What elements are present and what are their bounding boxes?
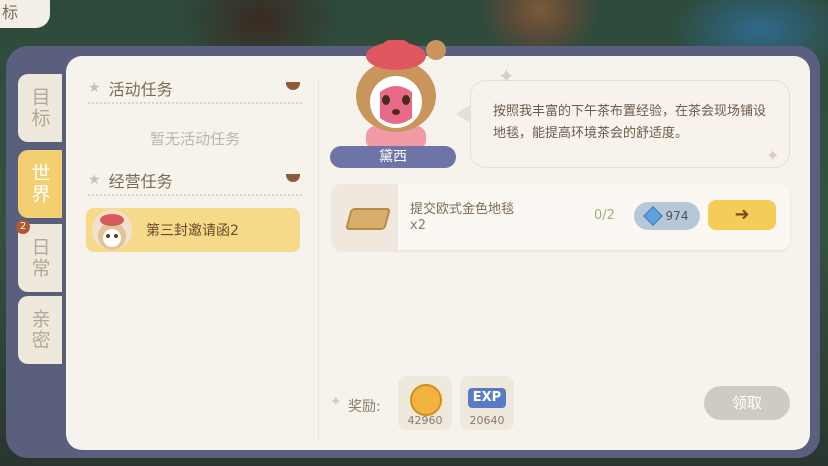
reward-amount: 20640	[469, 414, 505, 427]
column-divider	[318, 80, 319, 440]
section-divider	[88, 102, 302, 104]
active-tasks-title: 活动任务	[108, 80, 173, 99]
empty-active-tasks: 暂无活动任务	[149, 130, 240, 148]
side-tab-world[interactable]: 世界	[18, 150, 62, 218]
gem-icon	[642, 206, 663, 226]
business-tasks-title: 经营任务	[108, 172, 173, 191]
side-tab-intimacy[interactable]: 亲密	[18, 296, 62, 364]
rewards-label: 奖励:	[348, 399, 381, 415]
claim-button[interactable]: 领取	[704, 386, 790, 420]
reward-gold-coin[interactable]: 42960	[398, 376, 452, 430]
star-icon: ★	[88, 172, 101, 188]
gem-cost-button[interactable]: 974	[634, 202, 700, 230]
go-button[interactable]: ➜	[708, 200, 776, 230]
side-tab-daily[interactable]: 日常	[18, 224, 62, 292]
top-corner-tab[interactable]: 标	[0, 0, 50, 28]
gold-coin-icon	[410, 384, 442, 416]
npc-portrait	[340, 30, 452, 150]
npc-name-tag: 黛西	[330, 146, 456, 168]
sparkle-icon: ✦	[498, 64, 515, 88]
task-item-invitation[interactable]: 第三封邀请函2	[86, 208, 300, 252]
requirement-card: 提交欧式金色地毯 x2 0/2 974 ➜	[332, 184, 790, 250]
section-divider	[88, 194, 302, 196]
business-tasks-header: ★ 经营任务	[88, 168, 173, 192]
requirement-item-name: 提交欧式金色地毯	[410, 202, 515, 217]
npc-dialogue: 按照我丰富的下午茶布置经验，在茶会现场铺设地毯，能提高环境茶会的舒适度。	[493, 104, 767, 141]
item-icon-slot	[332, 184, 398, 250]
gem-cost-value: 974	[665, 209, 689, 223]
reward-amount: 42960	[407, 414, 443, 427]
star-icon: ★	[88, 80, 101, 96]
golden-carpet-icon	[345, 208, 391, 230]
task-item-label: 第三封邀请函2	[146, 223, 239, 239]
npc-avatar	[92, 210, 132, 250]
requirement-progress: 0/2	[594, 208, 615, 223]
daily-count-badge: 2	[16, 220, 30, 234]
speech-bubble: 按照我丰富的下午茶布置经验，在茶会现场铺设地毯，能提高环境茶会的舒适度。	[470, 80, 790, 168]
sparkle-icon: ✦	[766, 146, 780, 165]
reward-exp[interactable]: EXP 20640	[460, 376, 514, 430]
requirement-quantity: x2	[410, 218, 426, 233]
sparkle-icon: ✦	[330, 394, 342, 410]
side-tab-goal[interactable]: 目标	[18, 74, 62, 142]
arrow-right-icon: ➜	[734, 204, 750, 225]
exp-icon: EXP	[468, 388, 506, 408]
active-tasks-header: ★ 活动任务	[88, 76, 173, 100]
